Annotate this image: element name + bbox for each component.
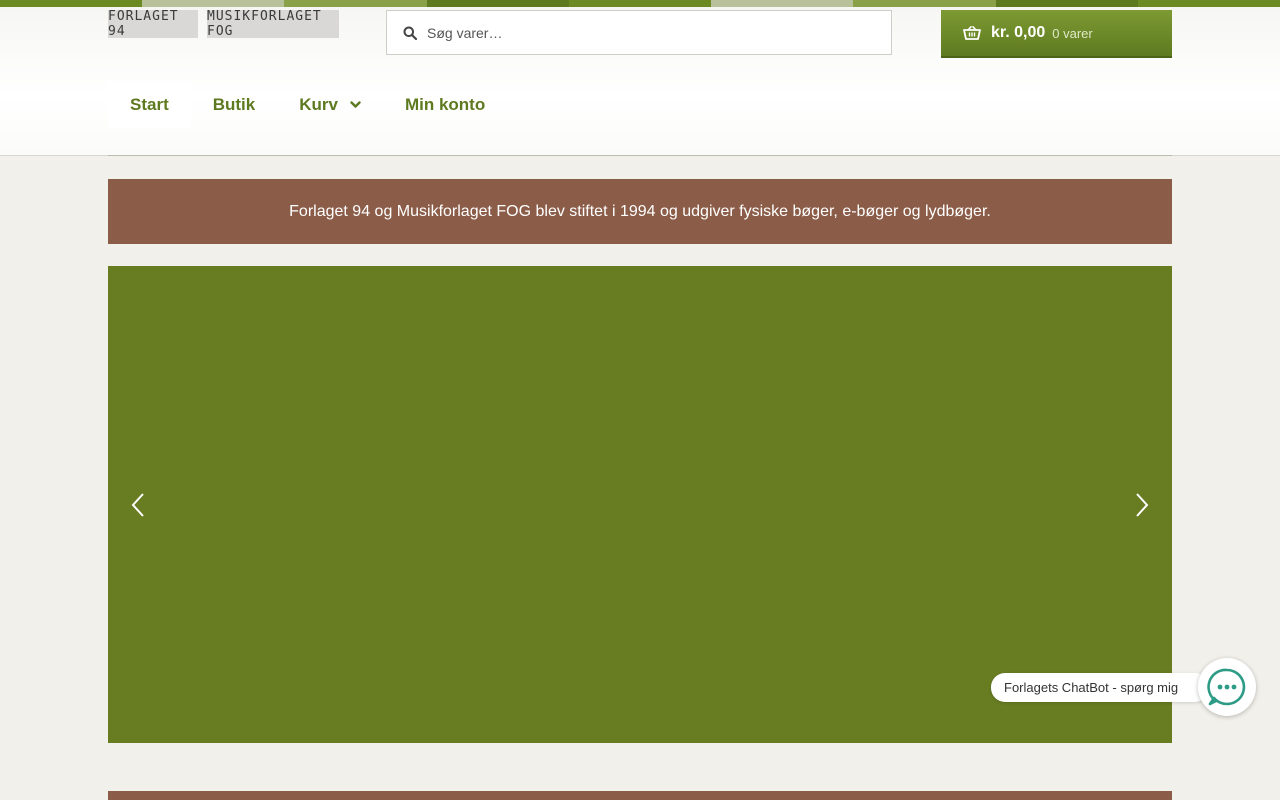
top-bar-segment xyxy=(142,0,285,7)
top-color-bar xyxy=(0,0,1280,7)
nav-item-min-konto[interactable]: Min konto xyxy=(383,82,507,128)
search-box xyxy=(386,10,892,55)
chevron-right-icon xyxy=(1136,493,1149,517)
nav-item-butik[interactable]: Butik xyxy=(191,82,278,128)
nav-item-label: Min konto xyxy=(404,95,486,114)
top-bar-segment xyxy=(568,0,712,7)
info-banner: Forlaget 94 og Musikforlaget FOG blev st… xyxy=(108,179,1172,244)
cart-item-count: 0 varer xyxy=(1052,25,1093,41)
chevron-down-icon xyxy=(350,101,361,108)
section-divider xyxy=(108,791,1172,800)
slider-next-button[interactable] xyxy=(1134,492,1150,523)
header-divider xyxy=(108,155,1172,156)
top-bar-segment xyxy=(284,0,427,7)
top-bar-segment xyxy=(0,0,143,7)
hero-slider xyxy=(108,266,1172,743)
nav-item-label: Butik xyxy=(212,95,256,114)
nav-item-kurv[interactable]: Kurv xyxy=(277,82,383,128)
info-banner-text: Forlaget 94 og Musikforlaget FOG blev st… xyxy=(289,202,991,220)
nav-item-label: Kurv xyxy=(299,95,338,114)
chatbot-label-text: Forlagets ChatBot - spørg mig xyxy=(1004,680,1179,695)
cart-amount: kr. 0,00 xyxy=(991,24,1046,41)
top-bar-segment xyxy=(995,0,1138,7)
search-input[interactable] xyxy=(425,23,869,42)
basket-icon xyxy=(963,26,981,40)
chevron-left-icon xyxy=(131,493,144,517)
slider-prev-button[interactable] xyxy=(130,492,146,523)
top-bar-segment xyxy=(853,0,996,7)
top-bar-segment xyxy=(1137,0,1280,7)
logo-forlaget94[interactable]: FORLAGET 94 xyxy=(108,9,198,39)
cart-button[interactable]: kr. 0,00 0 varer xyxy=(941,10,1172,58)
chatbot-button[interactable] xyxy=(1198,658,1256,716)
chat-bubble-icon xyxy=(1207,668,1246,706)
logo-musikforlaget-fog[interactable]: MUSIKFORLAGET FOG xyxy=(207,9,339,39)
search-icon xyxy=(403,26,417,40)
top-bar-segment xyxy=(426,0,569,7)
nav-item-start[interactable]: Start xyxy=(108,82,191,128)
nav-item-label: Start xyxy=(130,95,169,114)
primary-navigation: Start Butik Kurv Min konto xyxy=(108,82,507,134)
chatbot-label[interactable]: Forlagets ChatBot - spørg mig xyxy=(991,673,1209,702)
top-bar-segment xyxy=(711,0,854,7)
